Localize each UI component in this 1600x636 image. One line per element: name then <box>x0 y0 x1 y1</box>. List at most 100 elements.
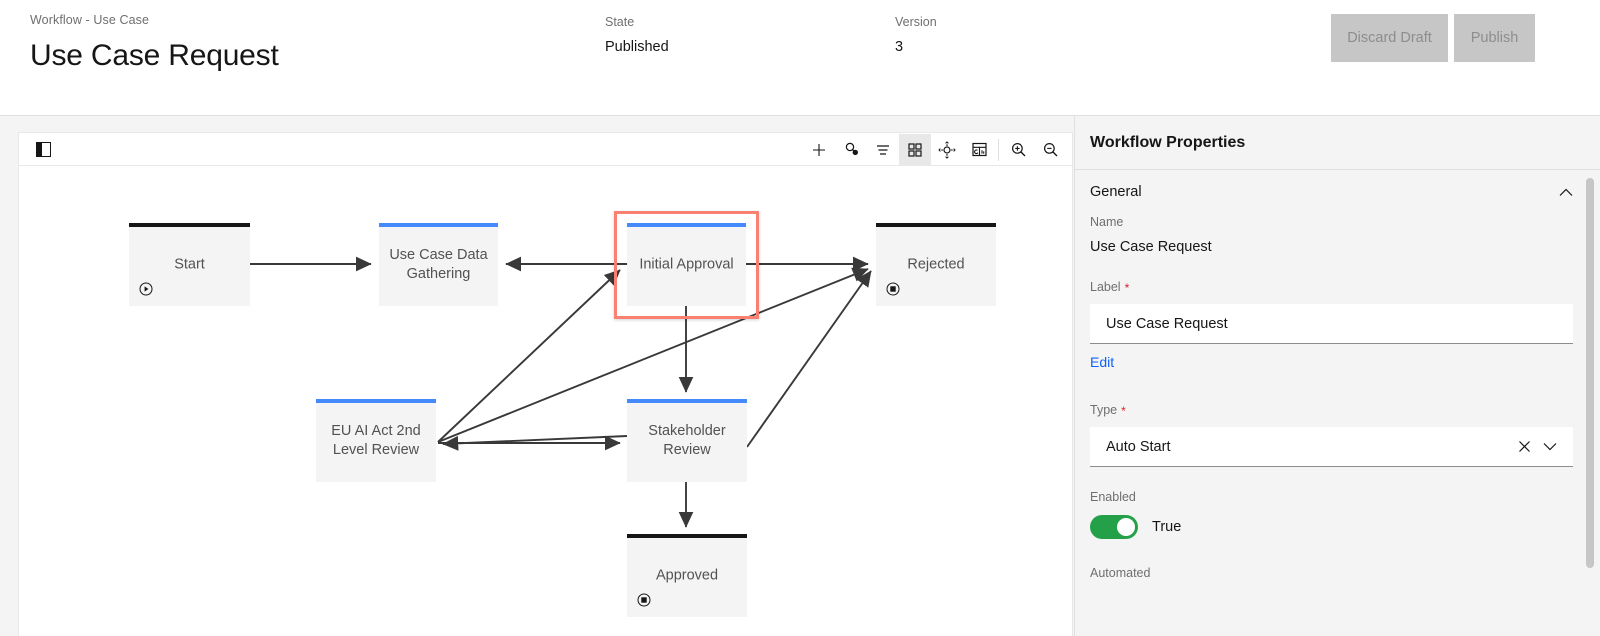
workflow-node-start[interactable]: Start <box>129 223 250 306</box>
node-label: Stakeholder Review <box>648 422 726 458</box>
enabled-label-text: Enabled <box>1090 490 1136 504</box>
name-label-text: Name <box>1090 215 1124 229</box>
add-icon <box>813 143 825 156</box>
stop-circle-icon <box>886 282 900 296</box>
search-node-icon <box>845 142 858 156</box>
reset-layout-icon <box>971 142 987 157</box>
workflow-node-stakeholder[interactable]: Stakeholder Review <box>627 399 747 482</box>
type-select-value: Auto Start <box>1106 438 1171 455</box>
properties-panel-title: Workflow Properties <box>1075 116 1600 170</box>
edge-stakeholder-rejected <box>746 270 872 448</box>
node-status-bar <box>316 399 436 403</box>
node-status-bar <box>379 223 498 227</box>
field-type: Type * Auto Start <box>1090 402 1573 467</box>
toolbar-divider <box>998 138 999 161</box>
toolbar-right-group <box>803 133 1066 166</box>
properties-scrollbar[interactable] <box>1586 178 1594 618</box>
workflow-node-gathering[interactable]: Use Case Data Gathering <box>379 223 498 306</box>
zoom-out-icon <box>1043 142 1057 157</box>
required-marker-type: * <box>1121 403 1126 418</box>
node-label: Approved <box>655 567 719 583</box>
align-icon <box>877 144 889 155</box>
accordion-general-label: General <box>1090 184 1142 200</box>
workflow-node-initial[interactable]: Initial Approval <box>627 223 746 306</box>
add-icon-button[interactable] <box>803 134 835 165</box>
field-automated: Automated <box>1090 565 1573 582</box>
state-value: Published <box>605 39 669 55</box>
node-status-bar <box>627 534 747 538</box>
toolbar-left-group <box>27 133 59 166</box>
clear-icon[interactable] <box>1518 440 1531 453</box>
zoom-in-icon-button[interactable] <box>1002 134 1034 165</box>
workflow-node-euaiact[interactable]: EU AI Act 2nd Level Review <box>316 399 436 482</box>
state-label: State <box>605 15 635 29</box>
scrollbar-thumb[interactable] <box>1586 178 1594 568</box>
enabled-toggle-row: True <box>1090 515 1573 539</box>
node-label: Use Case Data Gathering <box>389 246 488 282</box>
automated-label: Automated <box>1090 565 1573 582</box>
automated-label-text: Automated <box>1090 566 1151 580</box>
align-icon-button[interactable] <box>867 134 899 165</box>
chevron-down-icon[interactable] <box>1543 442 1557 451</box>
search-node-icon-button[interactable] <box>835 134 867 165</box>
fit-move-icon-button[interactable] <box>931 134 963 165</box>
label-label: Label * <box>1090 279 1573 296</box>
fit-move-icon <box>938 140 956 159</box>
type-select[interactable]: Auto Start <box>1090 427 1573 467</box>
workflow-node-rejected[interactable]: Rejected <box>876 223 996 306</box>
workflow-properties-panel: Workflow Properties General Name Use Cas… <box>1074 116 1600 636</box>
page-title: Use Case Request <box>30 39 279 72</box>
node-status-bar <box>129 223 250 227</box>
node-status-bar <box>876 223 996 227</box>
workflow-node-approved[interactable]: Approved <box>627 534 747 617</box>
label-input[interactable] <box>1090 304 1573 344</box>
version-meta: Version 3 <box>895 14 937 57</box>
required-marker: * <box>1124 280 1130 295</box>
discard-draft-button[interactable]: Discard Draft <box>1331 14 1448 62</box>
app-header: Workflow - Use Case Use Case Request Sta… <box>0 0 1600 116</box>
stop-circle-icon <box>886 282 900 296</box>
workflow-diagram[interactable]: Start Use Case Data Gathering Initial Appr… <box>19 166 1072 636</box>
node-label: Initial Approval <box>639 256 734 272</box>
name-value: Use Case Request <box>1090 239 1212 255</box>
accordion-general[interactable]: General <box>1075 170 1600 214</box>
zoom-in-icon <box>1011 142 1025 157</box>
canvas-toolbar <box>19 133 1072 166</box>
play-circle-icon <box>139 282 153 296</box>
version-label: Version <box>895 15 937 29</box>
enabled-label: Enabled <box>1090 489 1573 506</box>
stop-circle-icon <box>637 593 651 607</box>
breadcrumb: Workflow - Use Case <box>30 13 150 27</box>
field-label: Label * Edit <box>1090 279 1573 372</box>
grid-layout-icon <box>908 142 922 157</box>
app-body: Start Use Case Data Gathering Initial Appr… <box>0 116 1600 636</box>
node-label: Rejected <box>907 256 965 272</box>
workflow-canvas-region: Start Use Case Data Gathering Initial Appr… <box>18 132 1073 636</box>
state-meta: State Published <box>605 14 669 57</box>
node-status-bar <box>627 223 746 227</box>
reset-layout-icon-button[interactable] <box>963 134 995 165</box>
header-actions: Discard Draft Publish <box>1331 14 1535 62</box>
play-circle-icon <box>139 282 153 296</box>
grid-layout-icon-button[interactable] <box>899 134 931 165</box>
panel-toggle-icon <box>35 142 51 157</box>
sidebar-toggle-button[interactable] <box>27 134 59 165</box>
edit-label-link[interactable]: Edit <box>1090 354 1114 370</box>
name-label: Name <box>1090 214 1573 231</box>
type-label-text: Type <box>1090 403 1118 417</box>
zoom-out-icon-button[interactable] <box>1034 134 1066 165</box>
publish-button[interactable]: Publish <box>1454 14 1535 62</box>
stop-circle-icon <box>637 593 651 607</box>
type-select-icons <box>1518 440 1557 453</box>
node-label: Start <box>174 256 205 272</box>
version-value: 3 <box>895 39 904 55</box>
field-name: Name Use Case Request <box>1090 214 1573 257</box>
properties-form: Name Use Case Request Label * Edit Type <box>1075 214 1600 582</box>
enabled-toggle[interactable] <box>1090 515 1138 539</box>
toggle-knob <box>1117 518 1135 536</box>
properties-scroll-area[interactable]: General Name Use Case Request Label * Us… <box>1075 170 1600 636</box>
enabled-value: True <box>1152 519 1182 535</box>
node-status-bar <box>627 399 747 403</box>
label-label-text: Label <box>1090 280 1121 294</box>
field-enabled: Enabled True <box>1090 489 1573 539</box>
